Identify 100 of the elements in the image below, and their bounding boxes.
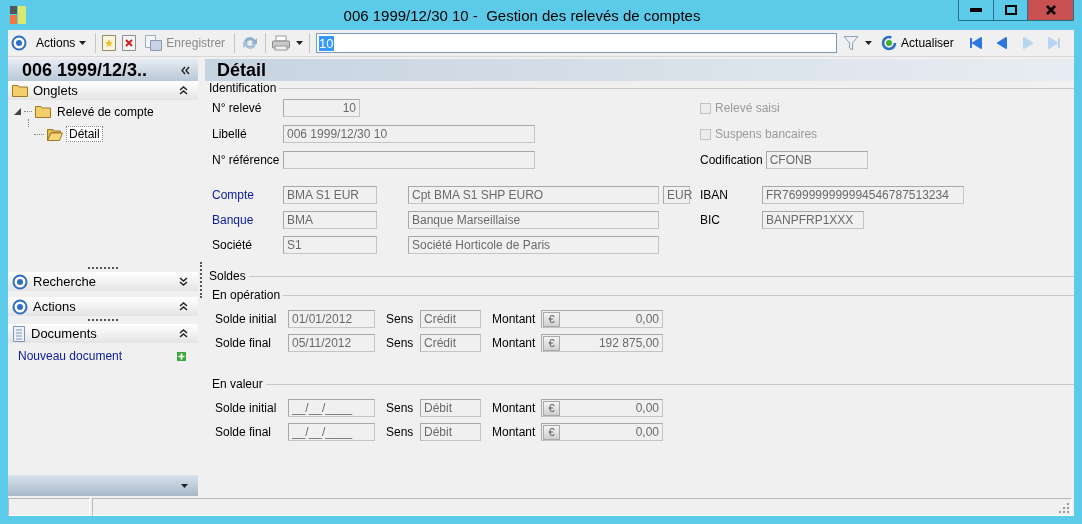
- folder-icon: [12, 84, 28, 97]
- text-field[interactable]: Société Horticole de Paris: [408, 235, 659, 254]
- amount-value: 0,00: [635, 312, 659, 326]
- checkbox-label: Relevé saisi: [715, 101, 780, 115]
- close-button[interactable]: [1027, 0, 1073, 20]
- field-label: IBAN: [700, 187, 729, 202]
- panel-header: 006 1999/12/3..: [8, 59, 198, 81]
- text-field[interactable]: __/__/____: [288, 423, 375, 441]
- text-field[interactable]: BMA: [283, 210, 377, 229]
- caret-icon[interactable]: [181, 483, 188, 488]
- print-icon[interactable]: [272, 35, 291, 51]
- text-field[interactable]: Cpt BMA S1 SHP EURO: [408, 185, 659, 204]
- group-legend: En opération: [212, 288, 281, 302]
- field-label: Sens: [386, 401, 415, 415]
- resize-grip-icon[interactable]: [1058, 502, 1070, 514]
- amount-value: 0,00: [635, 425, 659, 439]
- text-field[interactable]: 10: [283, 99, 360, 117]
- currency-button[interactable]: €: [543, 400, 560, 416]
- collapse-icon[interactable]: [179, 302, 188, 311]
- field-label: Sens: [386, 425, 415, 439]
- folder-icon: [35, 105, 51, 118]
- field-label: N° relevé: [212, 101, 263, 115]
- text-field[interactable]: Banque Marseillaise: [408, 210, 659, 229]
- field-label: Montant: [492, 401, 537, 415]
- maximize-icon: [1004, 5, 1017, 15]
- caret-icon[interactable]: [79, 41, 87, 45]
- field-link[interactable]: Compte: [212, 187, 283, 202]
- open-folder-icon: [47, 127, 63, 141]
- text-field[interactable]: 05/11/2012: [288, 334, 375, 352]
- collapse-icon[interactable]: [179, 329, 188, 338]
- field-label: Montant: [492, 336, 537, 350]
- window-title: 006 1999/12/30 10 - Gestion des relevés de comptes: [342, 6, 702, 24]
- text-field[interactable]: FR7699999999994546787513234: [762, 185, 964, 204]
- text-field[interactable]: EUR: [663, 185, 690, 204]
- document-icon: [12, 325, 26, 342]
- text-field[interactable]: __/__/____: [288, 399, 375, 417]
- minimize-icon: [970, 8, 982, 12]
- field-label: Montant: [492, 312, 537, 326]
- panel-header: Détail: [205, 59, 1074, 81]
- amount-value: 192 875,00: [598, 336, 659, 350]
- field-label: Libellé: [212, 127, 248, 141]
- app-icon: [10, 6, 26, 24]
- field-label: Montant: [492, 425, 537, 439]
- text-field[interactable]: S1: [283, 235, 377, 254]
- group-legend: Soldes: [209, 269, 246, 283]
- amount-field[interactable]: € 0,00: [541, 423, 663, 441]
- field-link[interactable]: Banque: [212, 212, 283, 227]
- field-label: Solde initial: [215, 401, 278, 415]
- field-label: Solde initial: [215, 312, 278, 326]
- expand-icon[interactable]: [179, 277, 188, 286]
- text-field[interactable]: 01/01/2012: [288, 310, 375, 328]
- text-field[interactable]: Crédit: [420, 334, 481, 352]
- text-field[interactable]: [283, 151, 535, 169]
- tree-toggle-icon[interactable]: [14, 108, 21, 115]
- caret-icon[interactable]: [296, 41, 304, 45]
- text-field[interactable]: CFONB: [765, 151, 868, 169]
- text-field[interactable]: 006 1999/12/30 10: [283, 125, 535, 143]
- text-field[interactable]: Débit: [420, 399, 481, 417]
- checkbox-label: Suspens bancaires: [715, 127, 818, 141]
- refresh-button[interactable]: Actualiser: [878, 34, 957, 52]
- section-header[interactable]: Onglets: [8, 81, 198, 100]
- search-field[interactable]: 10: [316, 33, 838, 53]
- amount-value: 0,00: [635, 401, 659, 415]
- field-label: N° référence: [212, 153, 281, 167]
- currency-button[interactable]: €: [543, 311, 560, 327]
- add-icon[interactable]: [177, 351, 186, 361]
- field-label: BIC: [700, 212, 721, 227]
- collapse-icon[interactable]: [179, 86, 188, 95]
- tree-item[interactable]: Détail: [66, 126, 103, 142]
- field-label: Société: [212, 237, 254, 252]
- first-icon[interactable]: [968, 36, 983, 50]
- refresh-icon: [881, 35, 898, 51]
- field-label: Sens: [386, 336, 415, 350]
- caret-icon[interactable]: [865, 41, 873, 45]
- save-icon: [145, 35, 163, 51]
- target-icon[interactable]: [11, 35, 27, 51]
- new-document-icon[interactable]: [102, 35, 117, 51]
- target-icon[interactable]: [12, 298, 28, 315]
- actions-menu-button[interactable]: Actions: [33, 35, 90, 51]
- amount-field[interactable]: € 0,00: [541, 310, 663, 328]
- field-label: Solde final: [215, 425, 273, 439]
- target-icon[interactable]: [12, 273, 28, 290]
- text-field[interactable]: BANPFRP1XXX: [762, 210, 864, 229]
- section-header[interactable]: Recherche: [8, 272, 198, 291]
- text-field[interactable]: Débit: [420, 423, 481, 441]
- currency-button[interactable]: €: [543, 424, 560, 440]
- text-field[interactable]: BMA S1 EUR: [283, 185, 377, 204]
- text-field[interactable]: Crédit: [420, 310, 481, 328]
- amount-field[interactable]: € 192 875,00: [541, 334, 663, 352]
- group-legend: Identification: [209, 81, 277, 95]
- section-header[interactable]: Actions: [8, 297, 198, 316]
- amount-field[interactable]: € 0,00: [541, 399, 663, 417]
- collapse-icon[interactable]: [181, 65, 190, 75]
- section-header[interactable]: Documents: [8, 324, 198, 343]
- tree-item[interactable]: Relevé de compte: [54, 103, 157, 120]
- delete-icon[interactable]: [122, 35, 137, 51]
- previous-icon[interactable]: [994, 36, 1009, 50]
- currency-button[interactable]: €: [543, 335, 560, 351]
- group-legend: En valeur: [212, 377, 263, 391]
- new-document-link[interactable]: Nouveau document: [18, 349, 123, 363]
